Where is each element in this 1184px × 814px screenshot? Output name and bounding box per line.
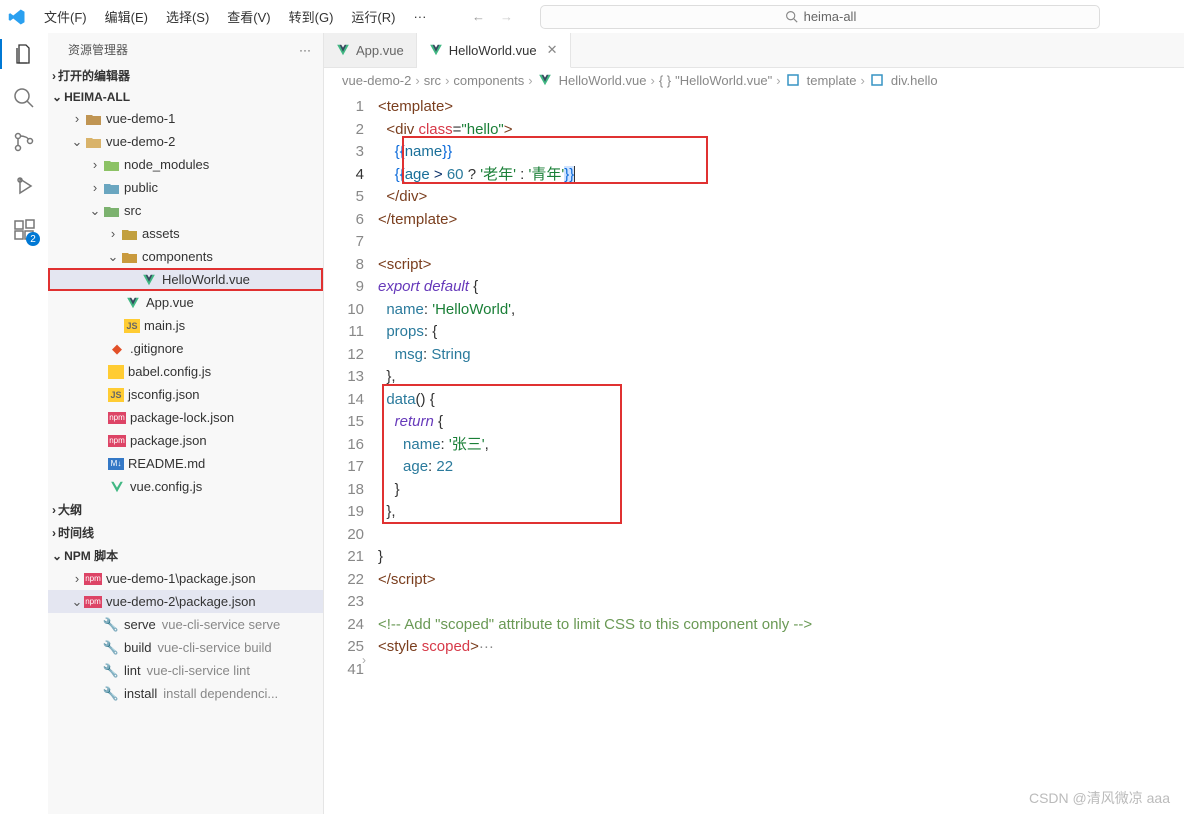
fold-chevron-icon[interactable]: › bbox=[362, 649, 366, 672]
menu-more[interactable]: ··· bbox=[405, 5, 434, 28]
menu-edit[interactable]: 编辑(E) bbox=[97, 3, 156, 30]
npm-script-build[interactable]: 🔧buildvue-cli-service build bbox=[48, 636, 323, 659]
sidebar: 资源管理器 ··· ›打开的编辑器 ⌄HEIMA-ALL ›vue-demo-1… bbox=[48, 33, 324, 814]
npm-script-lint[interactable]: 🔧lintvue-cli-service lint bbox=[48, 659, 323, 682]
highlight-box-template bbox=[402, 136, 708, 184]
vscode-logo-icon bbox=[8, 8, 26, 26]
div-icon bbox=[869, 72, 885, 88]
npm-scripts-section[interactable]: ⌄NPM 脚本 bbox=[48, 544, 323, 567]
template-icon bbox=[785, 72, 801, 88]
folder-assets[interactable]: ›assets bbox=[48, 222, 323, 245]
file-package-json[interactable]: npmpackage.json bbox=[48, 429, 323, 452]
opened-editors-section[interactable]: ›打开的编辑器 bbox=[48, 64, 323, 87]
breadcrumb[interactable]: vue-demo-2› src› components› HelloWorld.… bbox=[324, 68, 1184, 92]
search-icon bbox=[785, 10, 798, 23]
file-package-lock[interactable]: npmpackage-lock.json bbox=[48, 406, 323, 429]
source-control-icon[interactable] bbox=[11, 129, 37, 155]
menu-run[interactable]: 运行(R) bbox=[343, 3, 403, 30]
folder-node-modules[interactable]: ›node_modules bbox=[48, 153, 323, 176]
highlight-box-data bbox=[382, 384, 622, 524]
folder-src[interactable]: ⌄src bbox=[48, 199, 323, 222]
menu-select[interactable]: 选择(S) bbox=[158, 3, 217, 30]
nav-forward-icon[interactable]: → bbox=[494, 5, 518, 29]
file-babel-config[interactable]: babel.config.js bbox=[48, 360, 323, 383]
vue-file-icon bbox=[537, 72, 553, 88]
file-gitignore[interactable]: ◆.gitignore bbox=[48, 337, 323, 360]
code-editor[interactable]: 123 456 789 101112 131415 161718 192021 … bbox=[324, 92, 1184, 814]
editor-area: App.vue HelloWorld.vue✕ vue-demo-2› src›… bbox=[324, 33, 1184, 814]
search-input[interactable]: heima-all bbox=[540, 5, 1100, 29]
folder-root[interactable]: ⌄HEIMA-ALL bbox=[48, 87, 323, 107]
outline-section[interactable]: ›大纲 bbox=[48, 498, 323, 521]
nav-back-icon[interactable]: ← bbox=[466, 5, 490, 29]
sidebar-title: 资源管理器 bbox=[68, 41, 128, 58]
activity-bar: 2 bbox=[0, 33, 48, 814]
timeline-section[interactable]: ›时间线 bbox=[48, 521, 323, 544]
search-icon[interactable] bbox=[11, 85, 37, 111]
menu-bar: 文件(F) 编辑(E) 选择(S) 查看(V) 转到(G) 运行(R) ··· … bbox=[0, 0, 1184, 33]
menu-goto[interactable]: 转到(G) bbox=[281, 3, 342, 30]
npm-package-1[interactable]: ›npmvue-demo-1\package.json bbox=[48, 567, 323, 590]
file-vue-config[interactable]: vue.config.js bbox=[48, 475, 323, 498]
extensions-icon[interactable]: 2 bbox=[11, 217, 37, 243]
extensions-badge: 2 bbox=[26, 232, 40, 246]
close-icon[interactable]: ✕ bbox=[547, 42, 558, 58]
sidebar-more[interactable]: ··· bbox=[299, 43, 311, 57]
line-numbers: 123 456 789 101112 131415 161718 192021 … bbox=[324, 92, 378, 814]
folder-vue-demo-2[interactable]: ⌄vue-demo-2 bbox=[48, 130, 323, 153]
debug-icon[interactable] bbox=[11, 173, 37, 199]
editor-tabs: App.vue HelloWorld.vue✕ bbox=[324, 33, 1184, 68]
tab-app-vue[interactable]: App.vue bbox=[324, 33, 417, 67]
npm-package-2[interactable]: ⌄npmvue-demo-2\package.json bbox=[48, 590, 323, 613]
menu-file[interactable]: 文件(F) bbox=[36, 3, 95, 30]
npm-script-serve[interactable]: 🔧servevue-cli-service serve bbox=[48, 613, 323, 636]
file-readme[interactable]: M↓README.md bbox=[48, 452, 323, 475]
npm-script-install[interactable]: 🔧installinstall dependenci... bbox=[48, 682, 323, 705]
folder-public[interactable]: ›public bbox=[48, 176, 323, 199]
explorer-icon[interactable] bbox=[11, 41, 37, 67]
file-jsconfig[interactable]: JSjsconfig.json bbox=[48, 383, 323, 406]
code-content[interactable]: › <template> <div class="hello"> {{name}… bbox=[378, 92, 812, 814]
file-helloworld-vue[interactable]: HelloWorld.vue bbox=[48, 268, 323, 291]
folder-vue-demo-1[interactable]: ›vue-demo-1 bbox=[48, 107, 323, 130]
tab-helloworld-vue[interactable]: HelloWorld.vue✕ bbox=[417, 33, 571, 68]
search-placeholder: heima-all bbox=[804, 9, 857, 24]
file-app-vue[interactable]: App.vue bbox=[48, 291, 323, 314]
file-main-js[interactable]: JSmain.js bbox=[48, 314, 323, 337]
folder-components[interactable]: ⌄components bbox=[48, 245, 323, 268]
menu-view[interactable]: 查看(V) bbox=[219, 3, 278, 30]
